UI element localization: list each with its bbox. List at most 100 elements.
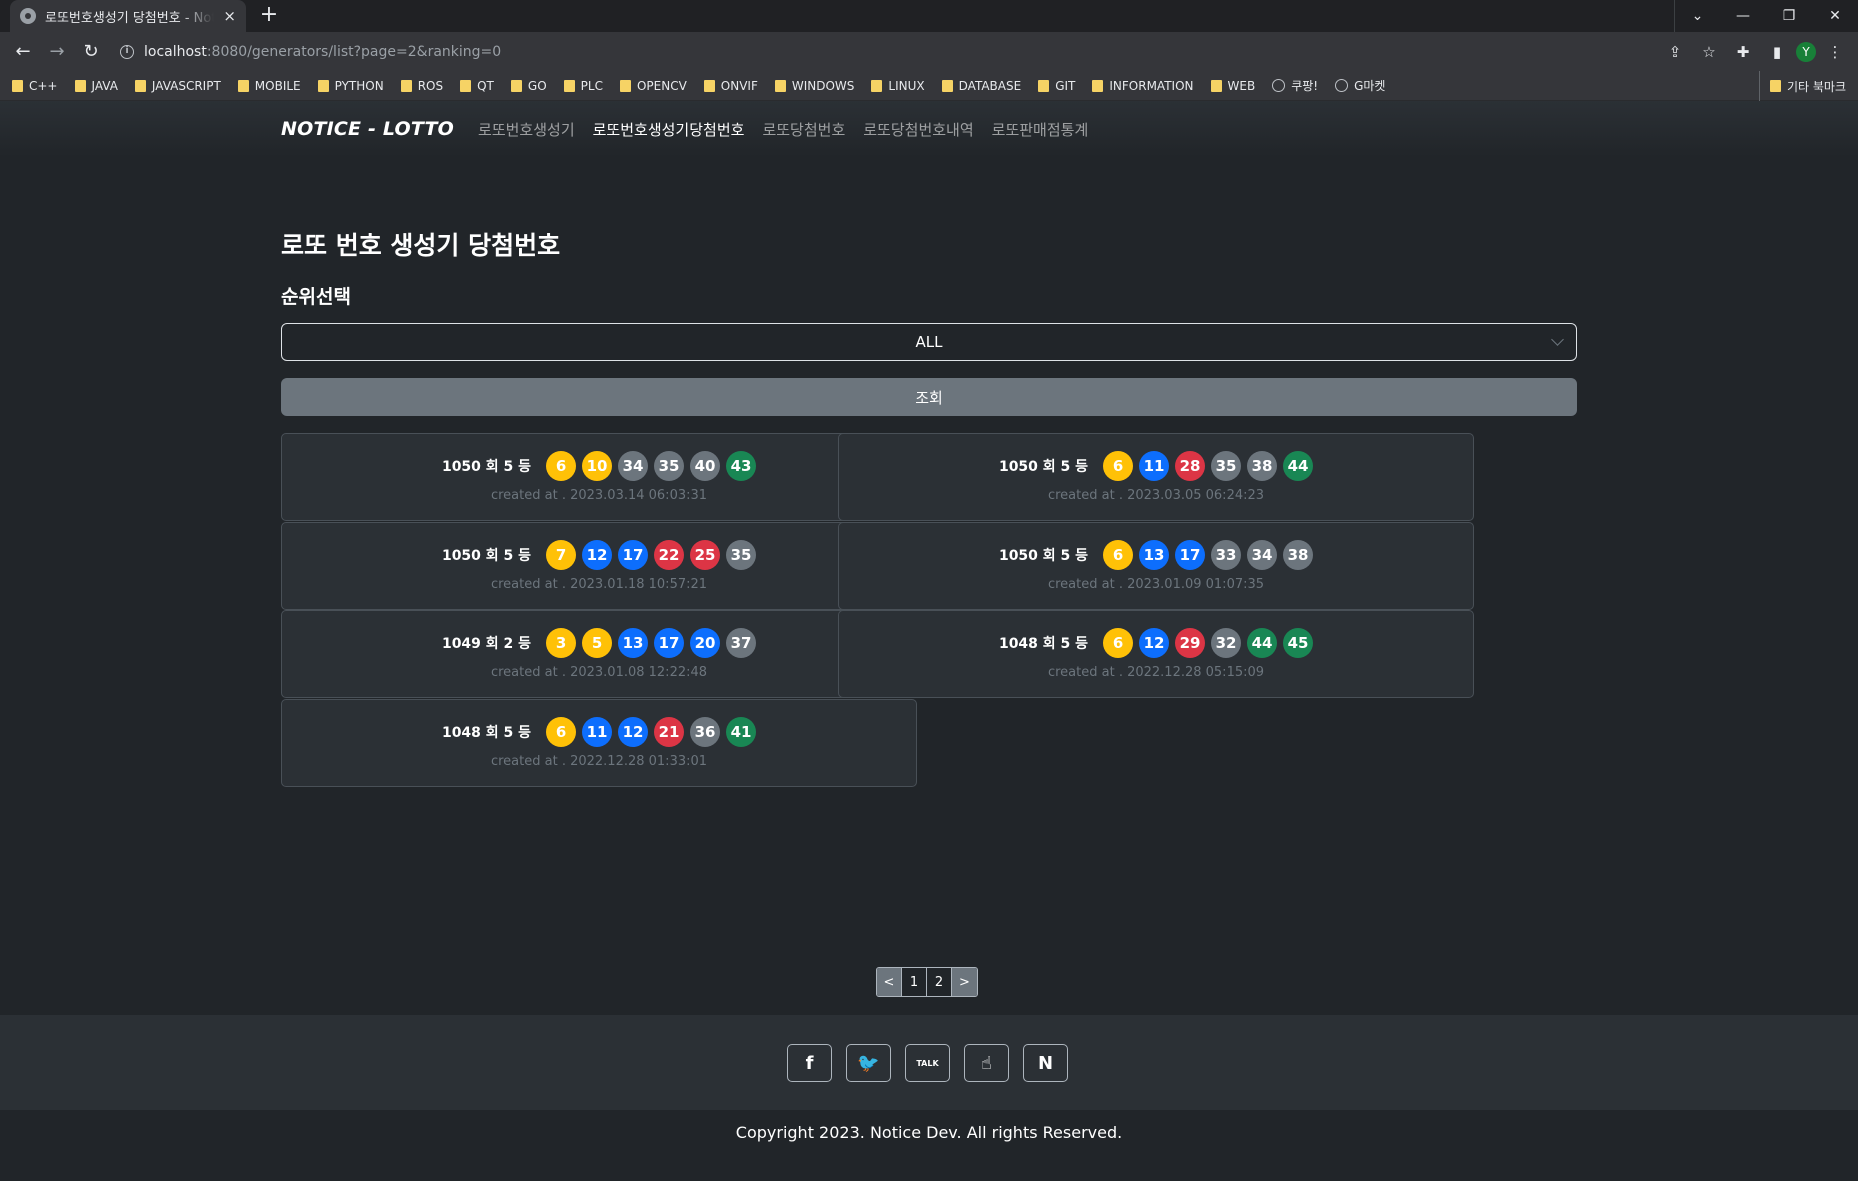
bookmark-item[interactable]: PLC (563, 78, 603, 93)
created-at-text: created at . 2023.03.14 06:03:31 (490, 488, 708, 503)
bookmark-item[interactable]: DATABASE (941, 78, 1022, 93)
draw-rank-label: 1049 회 2 등 (441, 636, 532, 652)
nav-link[interactable]: 로또번호생성기 (478, 119, 575, 140)
bookmark-label: DATABASE (958, 78, 1022, 93)
lotto-ball: 36 (690, 716, 721, 747)
lotto-ball: 38 (1247, 451, 1278, 481)
bookmark-item[interactable]: OPENCV (619, 79, 687, 93)
bookmark-item[interactable]: ONVIF (703, 79, 758, 93)
bookmark-label: PLC (580, 78, 603, 93)
pagination-page-button[interactable]: 1 (902, 968, 927, 996)
lotto-ball: 6 (1103, 451, 1134, 481)
result-card: 1050 회 5 등 6 10 34 35 40 43 created at . 2023.0… (281, 433, 917, 521)
forward-icon[interactable]: → (42, 37, 72, 67)
bookmark-item[interactable]: WINDOWS (774, 79, 854, 93)
bookmark-item[interactable]: 쿠팡! (1272, 77, 1318, 94)
web-page: NOTICE - LOTTO 로또번호생성기 로또번호생성기당첨번호 로또당첨번호 로… (0, 101, 1858, 1181)
lotto-ball: 33 (1211, 539, 1242, 570)
result-card: 1050 회 5 등 7 12 17 22 25 35 created at . 2023.0… (281, 521, 917, 610)
other-bookmarks[interactable]: 기타 북마크 (1758, 71, 1846, 101)
bookmark-item[interactable]: G마켓 (1335, 77, 1385, 94)
bookmark-item[interactable]: GO (510, 79, 547, 93)
nav-link[interactable]: 로또당첨번호 (762, 119, 845, 140)
copyright-text: Copyright 2023. Notice Dev. All rights R… (735, 1123, 1123, 1142)
created-at-text: created at . 2023.01.08 12:22:48 (490, 665, 708, 680)
lotto-ball: 20 (690, 628, 721, 658)
lotto-ball: 44 (1283, 451, 1314, 481)
bookmark-label: MOBILE (254, 78, 301, 93)
restore-icon[interactable]: ❐ (1766, 0, 1812, 32)
twitter-icon[interactable]: 🐦 (846, 1044, 891, 1082)
lotto-ball: 5 (582, 628, 613, 658)
site-brand[interactable]: NOTICE - LOTTO (281, 118, 454, 140)
lotto-ball: 35 (654, 451, 685, 481)
pagination-next-button[interactable]: > (952, 968, 977, 996)
site-info-icon[interactable]: i (120, 44, 134, 59)
bookmark-item[interactable]: WEB (1210, 79, 1255, 93)
share-icon[interactable]: ⇪ (1660, 37, 1690, 67)
nav-link[interactable]: 로또번호생성기당첨번호 (593, 119, 745, 140)
bookmark-label: ROS (417, 78, 444, 93)
result-card: 1050 회 5 등 6 11 28 35 38 44 created at . 2023.0… (838, 433, 1474, 521)
lotto-ball: 13 (1139, 539, 1170, 570)
folder-icon (460, 79, 472, 92)
tab-search-icon[interactable]: ⌄ (1674, 0, 1720, 32)
created-at-text: created at . 2022.12.28 01:33:01 (490, 753, 708, 769)
ranking-select-label: 순위선택 (281, 286, 351, 308)
bookmark-item[interactable]: INFORMATION (1092, 79, 1194, 93)
minimize-icon[interactable]: — (1720, 0, 1766, 32)
reload-icon[interactable]: ↻ (76, 37, 106, 67)
bookmark-item[interactable]: JAVA (74, 79, 118, 93)
bookmark-item[interactable]: JAVASCRIPT (134, 79, 221, 93)
globe-icon (1335, 79, 1349, 92)
card-numbers-row: 1048 회 5 등 6 12 29 32 44 45 (839, 628, 1473, 658)
folder-icon (1210, 79, 1222, 92)
facebook-icon[interactable]: f (787, 1044, 832, 1082)
pagination-prev-button[interactable]: < (877, 968, 902, 996)
lotto-ball: 17 (654, 628, 685, 658)
bookmark-item[interactable]: MOBILE (237, 78, 301, 93)
draw-rank-label: 1050 회 5 등 (441, 547, 532, 564)
lotto-ball: 34 (618, 451, 649, 481)
lotto-ball: 35 (726, 539, 757, 570)
bookmark-item[interactable]: ROS (400, 78, 444, 93)
close-window-icon[interactable]: ✕ (1812, 0, 1858, 32)
pagination-page-button[interactable]: 2 (927, 968, 952, 996)
bookmarks-bar: C++ JAVA JAVASCRIPT MOBILE PYTHON ROS QT GO PLC O… (0, 71, 1858, 101)
kakaotalk-icon[interactable]: TALK (905, 1044, 950, 1082)
lotto-ball: 12 (1139, 628, 1170, 658)
bookmark-item[interactable]: PYTHON (317, 79, 384, 93)
naver-icon[interactable]: N (1023, 1044, 1068, 1082)
lotto-ball: 34 (1247, 539, 1278, 570)
bookmark-star-icon[interactable]: ☆ (1694, 37, 1724, 67)
bookmark-item[interactable]: QT (460, 79, 494, 93)
card-numbers-row: 1049 회 2 등 3 5 13 17 20 37 (282, 628, 916, 658)
bookmark-item[interactable]: C++ (12, 79, 58, 93)
profile-avatar[interactable]: Y (1796, 41, 1816, 62)
social-links: f 🐦 TALK ☝ N (787, 1044, 1068, 1082)
window-controls: ⌄ — ❐ ✕ (1674, 0, 1858, 32)
back-icon[interactable]: ← (8, 37, 38, 67)
folder-icon (703, 79, 715, 92)
extensions-icon[interactable]: ✚ (1728, 37, 1758, 67)
tab-title: 로또번호생성기 당첨번호 - Notice (45, 10, 215, 26)
address-bar[interactable]: i localhost:8080/generators/list?page=2&… (110, 37, 1656, 67)
toolbar-actions: ⇪ ☆ ✚ ▮ Y ⋮ (1660, 37, 1850, 67)
side-panel-icon[interactable]: ▮ (1762, 37, 1792, 67)
draw-rank-label: 1050 회 5 등 (998, 459, 1089, 475)
pagination: <1 2 > (876, 967, 978, 997)
nav-link[interactable]: 로또당첨번호내역 (863, 119, 973, 140)
card-numbers-row: 1050 회 5 등 6 11 28 35 38 44 (839, 451, 1473, 481)
nav-link[interactable]: 로또판매점통계 (992, 119, 1089, 140)
menu-kebab-icon[interactable]: ⋮ (1820, 37, 1850, 67)
hand-icon[interactable]: ☝ (964, 1044, 1009, 1082)
url-path: :8080/generators/list?page=2&ranking=0 (206, 43, 502, 60)
bookmark-item[interactable]: GIT (1038, 79, 1075, 93)
browser-tab[interactable]: 로또번호생성기 당첨번호 - Notice × (10, 0, 246, 32)
new-tab-button[interactable]: + (256, 3, 282, 29)
folder-icon (237, 79, 249, 92)
ranking-select[interactable]: ALL (281, 323, 1577, 361)
search-button[interactable]: 조회 (281, 378, 1577, 416)
bookmark-item[interactable]: LINUX (871, 79, 925, 93)
tab-close-icon[interactable]: × (223, 7, 236, 25)
